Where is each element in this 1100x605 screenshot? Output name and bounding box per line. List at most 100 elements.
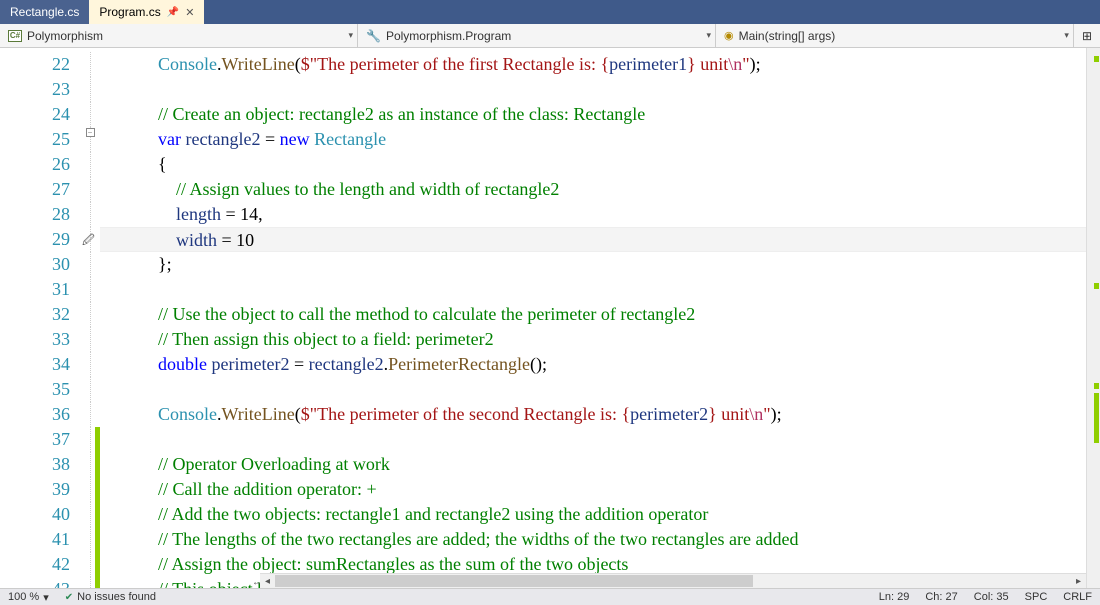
code-line[interactable]: }; xyxy=(100,252,1100,277)
line-number: 26 xyxy=(0,152,70,177)
line-number: 31 xyxy=(0,277,70,302)
fold-cell xyxy=(80,302,100,327)
scroll-mark xyxy=(1094,393,1099,443)
fold-cell xyxy=(80,102,100,127)
chevron-down-icon: ▾ xyxy=(1064,30,1069,41)
line-number: 39 xyxy=(0,477,70,502)
nav-namespace-label: Polymorphism xyxy=(27,29,103,43)
tab-program-cs[interactable]: Program.cs 📌 ✕ xyxy=(89,0,204,24)
pin-icon[interactable]: 📌 xyxy=(167,7,179,18)
change-marker xyxy=(95,427,100,452)
code-line[interactable]: // Then assign this object to a field: p… xyxy=(100,327,1100,352)
issues-label: No issues found xyxy=(77,591,156,603)
line-number: 29 xyxy=(0,227,70,252)
line-number: 24 xyxy=(0,102,70,127)
line-number: 41 xyxy=(0,527,70,552)
line-number: 22 xyxy=(0,52,70,77)
tab-label: Program.cs xyxy=(99,5,160,19)
nav-method-label: Main(string[] args) xyxy=(739,29,836,43)
zoom-label: 100 % xyxy=(8,591,39,603)
fold-cell xyxy=(80,352,100,377)
scroll-mark xyxy=(1094,283,1099,289)
code-editor[interactable]: 2223242526272829303132333435363738394041… xyxy=(0,48,1100,588)
fold-cell xyxy=(80,377,100,402)
vertical-scrollbar[interactable] xyxy=(1086,48,1100,588)
code-line[interactable]: // Add the two objects: rectangle1 and r… xyxy=(100,502,1100,527)
chevron-down-icon: ▾ xyxy=(43,591,49,604)
code-line[interactable]: // Operator Overloading at work xyxy=(100,452,1100,477)
line-number: 35 xyxy=(0,377,70,402)
code-line[interactable] xyxy=(100,277,1100,302)
fold-cell xyxy=(80,52,100,77)
scroll-right-arrow[interactable]: ▸ xyxy=(1071,576,1086,587)
issues-indicator[interactable]: ✔ No issues found xyxy=(57,591,164,603)
lineending-indicator[interactable]: CRLF xyxy=(1055,591,1100,603)
line-indicator[interactable]: Ln: 29 xyxy=(871,591,918,603)
status-bar: 100 % ▾ ✔ No issues found Ln: 29 Ch: 27 … xyxy=(0,588,1100,605)
quickaction-icon[interactable]: 🖉 xyxy=(82,231,95,252)
col-indicator[interactable]: Col: 35 xyxy=(966,591,1017,603)
nav-class-dropdown[interactable]: 🔧 Polymorphism.Program ▾ xyxy=(358,24,716,47)
spaces-indicator[interactable]: SPC xyxy=(1017,591,1056,603)
nav-split-button[interactable]: ⊞ xyxy=(1074,24,1100,47)
code-line[interactable]: Console.WriteLine($"The perimeter of the… xyxy=(100,52,1100,77)
code-line[interactable]: width = 10 xyxy=(100,227,1100,252)
change-marker xyxy=(95,527,100,552)
fold-cell: − xyxy=(80,127,100,152)
horizontal-scrollbar[interactable]: ◂ ▸ xyxy=(260,573,1086,588)
change-marker xyxy=(95,452,100,477)
line-number: 33 xyxy=(0,327,70,352)
fold-cell xyxy=(80,327,100,352)
close-icon[interactable]: ✕ xyxy=(185,6,194,19)
csharp-icon: C# xyxy=(8,30,22,42)
line-number: 32 xyxy=(0,302,70,327)
change-marker xyxy=(95,477,100,502)
line-number: 34 xyxy=(0,352,70,377)
scroll-left-arrow[interactable]: ◂ xyxy=(260,576,275,587)
nav-namespace-dropdown[interactable]: C# Polymorphism ▾ xyxy=(0,24,358,47)
fold-cell xyxy=(80,152,100,177)
tab-label: Rectangle.cs xyxy=(10,5,79,19)
file-tabs: Rectangle.cs Program.cs 📌 ✕ xyxy=(0,0,1100,24)
code-line[interactable]: double perimeter2 = rectangle2.Perimeter… xyxy=(100,352,1100,377)
fold-cell xyxy=(80,202,100,227)
fold-cell xyxy=(80,77,100,102)
scroll-mark xyxy=(1094,383,1099,389)
code-line[interactable]: var rectangle2 = new Rectangle xyxy=(100,127,1100,152)
nav-method-dropdown[interactable]: ◉ Main(string[] args) ▾ xyxy=(716,24,1074,47)
code-area[interactable]: Console.WriteLine($"The perimeter of the… xyxy=(100,48,1100,588)
line-number: 40 xyxy=(0,502,70,527)
char-indicator[interactable]: Ch: 27 xyxy=(917,591,965,603)
code-line[interactable]: length = 14, xyxy=(100,202,1100,227)
line-number: 37 xyxy=(0,427,70,452)
line-number: 25 xyxy=(0,127,70,152)
code-line[interactable]: Console.WriteLine($"The perimeter of the… xyxy=(100,402,1100,427)
fold-toggle[interactable]: − xyxy=(86,128,95,137)
code-line[interactable]: // Use the object to call the method to … xyxy=(100,302,1100,327)
code-line[interactable] xyxy=(100,77,1100,102)
code-line[interactable]: { xyxy=(100,152,1100,177)
code-line[interactable]: // Call the addition operator: + xyxy=(100,477,1100,502)
scroll-thumb[interactable] xyxy=(275,575,753,587)
method-icon: ◉ xyxy=(724,29,734,42)
fold-cell xyxy=(80,402,100,427)
code-line[interactable]: // Assign values to the length and width… xyxy=(100,177,1100,202)
code-line[interactable] xyxy=(100,427,1100,452)
nav-class-label: Polymorphism.Program xyxy=(386,29,511,43)
check-icon: ✔ xyxy=(65,592,73,603)
code-line[interactable]: // The lengths of the two rectangles are… xyxy=(100,527,1100,552)
code-line[interactable] xyxy=(100,377,1100,402)
change-marker xyxy=(95,552,100,577)
scroll-mark xyxy=(1094,56,1099,62)
line-number: 28 xyxy=(0,202,70,227)
line-number: 36 xyxy=(0,402,70,427)
change-marker xyxy=(95,502,100,527)
tab-rectangle-cs[interactable]: Rectangle.cs xyxy=(0,0,89,24)
chevron-down-icon: ▾ xyxy=(348,30,353,41)
fold-cell xyxy=(80,252,100,277)
scroll-track[interactable] xyxy=(275,575,1071,587)
code-line[interactable]: // Create an object: rectangle2 as an in… xyxy=(100,102,1100,127)
fold-cell xyxy=(80,177,100,202)
line-number: 27 xyxy=(0,177,70,202)
zoom-level[interactable]: 100 % ▾ xyxy=(0,591,57,604)
